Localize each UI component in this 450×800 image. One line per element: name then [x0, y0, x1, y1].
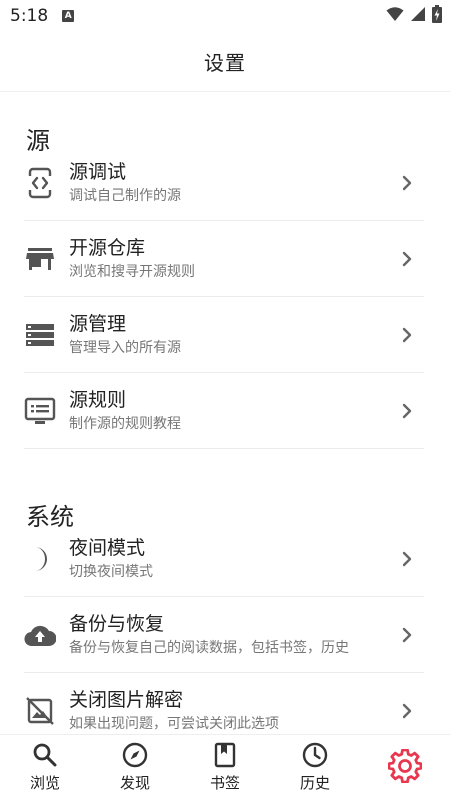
cloud-upload-icon	[24, 619, 56, 651]
chevron-right-icon	[398, 326, 416, 344]
section-header-system: 系统	[26, 503, 74, 531]
chevron-right-icon	[398, 550, 416, 568]
page-title: 设置	[204, 51, 246, 75]
settings-item-label: 关闭图片解密	[69, 689, 184, 711]
monitor-text-icon	[24, 395, 56, 427]
list-storage-icon	[24, 319, 56, 351]
nav-label: 浏览	[29, 774, 60, 792]
settings-item-backup-restore[interactable]: 备份与恢复 备份与恢复自己的阅读数据，包括书签，历史	[0, 597, 450, 673]
nav-item-browse[interactable]: 浏览	[0, 735, 90, 800]
settings-item-desc: 如果出现问题，可尝试关闭此选项	[69, 716, 279, 732]
settings-item-night-mode[interactable]: 夜间模式 切换夜间模式	[0, 521, 450, 597]
wifi-icon	[386, 6, 404, 26]
settings-item-desc: 备份与恢复自己的阅读数据，包括书签，历史	[69, 640, 349, 656]
notification-icon: A	[62, 10, 75, 22]
bottom-nav: 浏览 发现 书签 历史	[0, 734, 450, 800]
bookmark-icon	[212, 742, 238, 768]
search-icon	[32, 742, 58, 768]
compass-icon	[122, 742, 148, 768]
settings-item-open-repo[interactable]: 开源仓库 浏览和搜寻开源规则	[0, 221, 450, 297]
settings-item-desc: 制作源的规则教程	[69, 416, 181, 432]
nav-item-discover[interactable]: 发现	[90, 735, 180, 800]
settings-item-desc: 切换夜间模式	[69, 564, 153, 580]
image-off-icon	[24, 695, 56, 727]
settings-list[interactable]: 源 源调试 调试自己制作的源 开源仓库 浏览和搜寻开源规则 源管理 管理导入的所…	[0, 93, 450, 734]
settings-item-source-manage[interactable]: 源管理 管理导入的所有源	[0, 297, 450, 373]
chevron-right-icon	[398, 402, 416, 420]
nav-label: 书签	[209, 774, 240, 792]
settings-item-desc: 管理导入的所有源	[69, 340, 181, 356]
divider	[24, 448, 424, 449]
chevron-right-icon	[398, 174, 416, 192]
settings-item-desc: 调试自己制作的源	[69, 188, 181, 204]
settings-item-label: 开源仓库	[69, 237, 146, 259]
gear-icon	[388, 748, 422, 783]
clock-icon	[302, 742, 328, 768]
chevron-right-icon	[398, 250, 416, 268]
store-icon	[24, 243, 56, 275]
settings-item-source-rules[interactable]: 源规则 制作源的规则教程	[0, 373, 450, 449]
settings-item-desc: 浏览和搜寻开源规则	[69, 264, 195, 280]
chevron-right-icon	[398, 702, 416, 720]
settings-item-label: 源调试	[69, 161, 127, 183]
settings-item-label: 源管理	[69, 313, 127, 335]
status-bar: 5:18 A	[0, 0, 450, 32]
nav-item-history[interactable]: 历史	[270, 735, 360, 800]
battery-icon	[432, 5, 442, 27]
moon-icon	[24, 543, 56, 575]
nav-label: 历史	[299, 774, 330, 792]
signal-icon	[410, 6, 426, 26]
status-time: 5:18	[10, 6, 49, 26]
section-header-source: 源	[26, 127, 50, 155]
app-bar: 设置	[0, 32, 450, 92]
code-icon	[24, 167, 56, 199]
settings-item-source-debug[interactable]: 源调试 调试自己制作的源	[0, 145, 450, 221]
settings-item-label: 备份与恢复	[69, 613, 165, 635]
nav-item-settings[interactable]	[360, 735, 450, 800]
settings-item-image-decrypt[interactable]: 关闭图片解密 如果出现问题，可尝试关闭此选项	[0, 673, 450, 734]
settings-item-label: 夜间模式	[69, 537, 146, 559]
settings-item-label: 源规则	[69, 389, 127, 411]
chevron-right-icon	[398, 626, 416, 644]
nav-label: 发现	[119, 774, 150, 792]
nav-item-bookmarks[interactable]: 书签	[180, 735, 270, 800]
